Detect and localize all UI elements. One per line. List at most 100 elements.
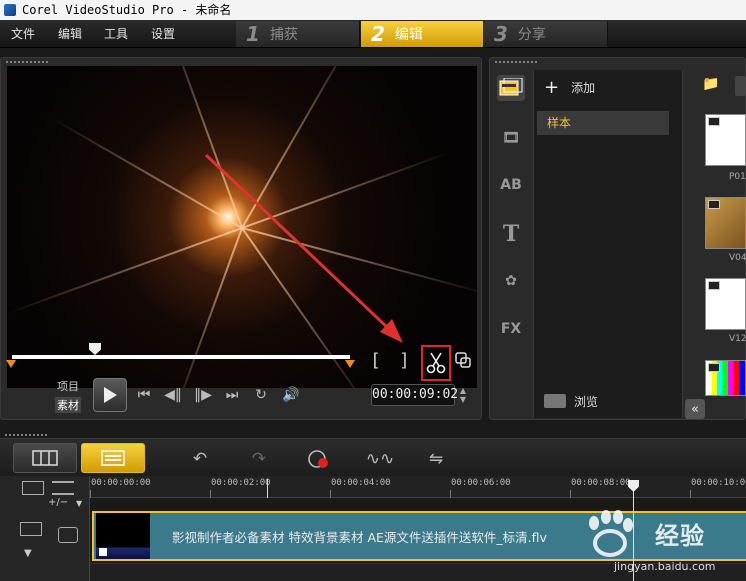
prev-frame-button[interactable]: ◀‖ <box>163 385 183 405</box>
mark-out-button[interactable]: ] <box>399 350 410 371</box>
collapse-library-button[interactable]: « <box>685 399 705 419</box>
end-button[interactable]: ⏭ <box>222 385 242 405</box>
light-ray <box>241 151 450 229</box>
baidu-paw-logo <box>589 510 633 557</box>
step-capture[interactable]: 1 捕获 <box>236 21 360 47</box>
enlarge-button[interactable] <box>453 350 473 370</box>
timeline-icon <box>101 450 125 466</box>
timecode-field[interactable]: 00:00:09:02 <box>371 384 458 406</box>
mode-project[interactable]: 项目 <box>57 378 79 394</box>
repeat-button[interactable]: ↻ <box>251 385 271 405</box>
ruler-tick: 00:00:02:00 <box>211 478 271 488</box>
step-edit[interactable]: 2 编辑 <box>361 21 483 47</box>
play-button[interactable] <box>93 378 127 412</box>
scissors-icon <box>426 352 446 374</box>
ruler-tick: 00:00:06:00 <box>451 478 511 488</box>
title-bar: Corel VideoStudio Pro - 未命名 <box>0 0 746 20</box>
step-label: 分享 <box>517 27 546 43</box>
media-tab[interactable] <box>497 75 525 101</box>
film-icon: 🎞 <box>502 130 520 146</box>
timeline-view-button[interactable] <box>81 443 145 473</box>
step-number: 3 <box>494 22 508 46</box>
split-clip-button[interactable] <box>421 345 451 381</box>
next-frame-button[interactable]: ‖▶ <box>193 385 213 405</box>
down-icon: ▼ <box>459 395 467 404</box>
scrubber-bar[interactable] <box>12 355 350 359</box>
thumb-label: V04 <box>729 253 746 263</box>
zoom-control[interactable]: +/− <box>48 497 68 508</box>
trim-end-marker[interactable] <box>345 360 355 368</box>
panel-grip[interactable] <box>4 433 48 437</box>
copy-icon <box>455 352 471 368</box>
graphics-tab[interactable]: ✿ <box>497 268 525 294</box>
video-track-icon[interactable] <box>58 527 78 543</box>
waveform-icon: ∿∿ <box>365 449 395 469</box>
library-toolbar-button[interactable] <box>735 76 746 96</box>
fx-icon: FX <box>500 321 522 337</box>
library-thumb[interactable] <box>705 278 746 330</box>
home-button[interactable]: ⏮ <box>134 385 154 405</box>
chevron-down-icon[interactable]: ▼ <box>76 499 82 508</box>
track-manager-icon[interactable] <box>22 481 44 495</box>
library-thumb[interactable] <box>705 114 746 166</box>
mode-clip[interactable]: 素材 <box>55 397 81 413</box>
double-chevron-left-icon: « <box>691 401 699 417</box>
trim-start-marker[interactable] <box>6 360 16 368</box>
ruler-tick-mark <box>90 490 91 498</box>
step-label: 捕获 <box>269 27 298 43</box>
auto-music-button[interactable]: ⇋ <box>423 446 449 472</box>
menu-edit[interactable]: 编辑 <box>58 20 82 48</box>
ruler-tick-mark <box>210 490 211 498</box>
step-number: 1 <box>246 22 260 46</box>
chevron-down-icon[interactable]: ▼ <box>24 548 32 559</box>
volume-button[interactable]: 🔊 <box>281 385 301 405</box>
folder-icon[interactable]: 📁 <box>702 76 724 96</box>
light-ray <box>241 227 477 297</box>
video-badge-icon <box>708 363 720 372</box>
library-thumb[interactable] <box>705 197 746 249</box>
browse-icon <box>544 394 566 408</box>
ruler-tick: 00:00:04:00 <box>331 478 391 488</box>
ruler-tick-mark <box>690 490 691 498</box>
plus-icon: + <box>544 76 560 98</box>
menu-file[interactable]: 文件 <box>11 20 35 48</box>
filter-tab[interactable]: FX <box>497 316 525 342</box>
up-icon: ▲ <box>459 386 467 395</box>
step-label: 编辑 <box>394 27 423 43</box>
title-tab[interactable]: AB <box>497 172 525 198</box>
step-share[interactable]: 3 分享 <box>484 21 608 47</box>
mark-in-button[interactable]: [ <box>370 350 381 371</box>
skip-end-icon: ⏭ <box>225 387 239 403</box>
track-type-icon <box>20 522 42 536</box>
undo-icon: ↶ <box>192 449 208 469</box>
volume-icon: 🔊 <box>282 387 300 403</box>
timeline-ruler[interactable] <box>90 476 746 498</box>
folder-item-sample[interactable]: 样本 <box>537 111 669 135</box>
app-icon <box>4 4 16 16</box>
menu-settings[interactable]: 设置 <box>151 20 175 48</box>
video-badge-icon <box>708 200 720 209</box>
storyboard-icon <box>32 450 58 466</box>
browse-button[interactable]: 浏览 <box>544 392 598 410</box>
redo-button[interactable]: ↷ <box>246 446 272 472</box>
panel-grip[interactable] <box>5 60 49 64</box>
add-folder-button[interactable]: + 添加 <box>544 76 596 98</box>
text-tab[interactable]: T <box>497 221 525 247</box>
light-ray <box>7 227 243 315</box>
sound-mixer-button[interactable]: ∿∿ <box>365 446 395 472</box>
clip-title: 影视制作者必备素材 特效背景素材 AE源文件送插件送软件_标清.flv <box>172 530 547 545</box>
ab-icon: AB <box>500 177 522 193</box>
list-icon[interactable] <box>52 481 74 495</box>
panel-grip[interactable] <box>494 60 538 64</box>
ruler-marker <box>267 479 268 498</box>
timecode-spinner[interactable]: ▲ ▼ <box>457 384 469 406</box>
undo-button[interactable]: ↶ <box>187 446 213 472</box>
record-capture-button[interactable] <box>306 446 332 472</box>
video-badge-icon <box>708 281 720 290</box>
add-label: 添加 <box>571 80 596 95</box>
transition-tab[interactable]: 🎞 <box>497 125 525 151</box>
library-thumb[interactable] <box>705 360 746 396</box>
step-forward-icon: ‖▶ <box>194 387 212 403</box>
menu-tools[interactable]: 工具 <box>104 20 128 48</box>
storyboard-view-button[interactable] <box>13 443 77 473</box>
